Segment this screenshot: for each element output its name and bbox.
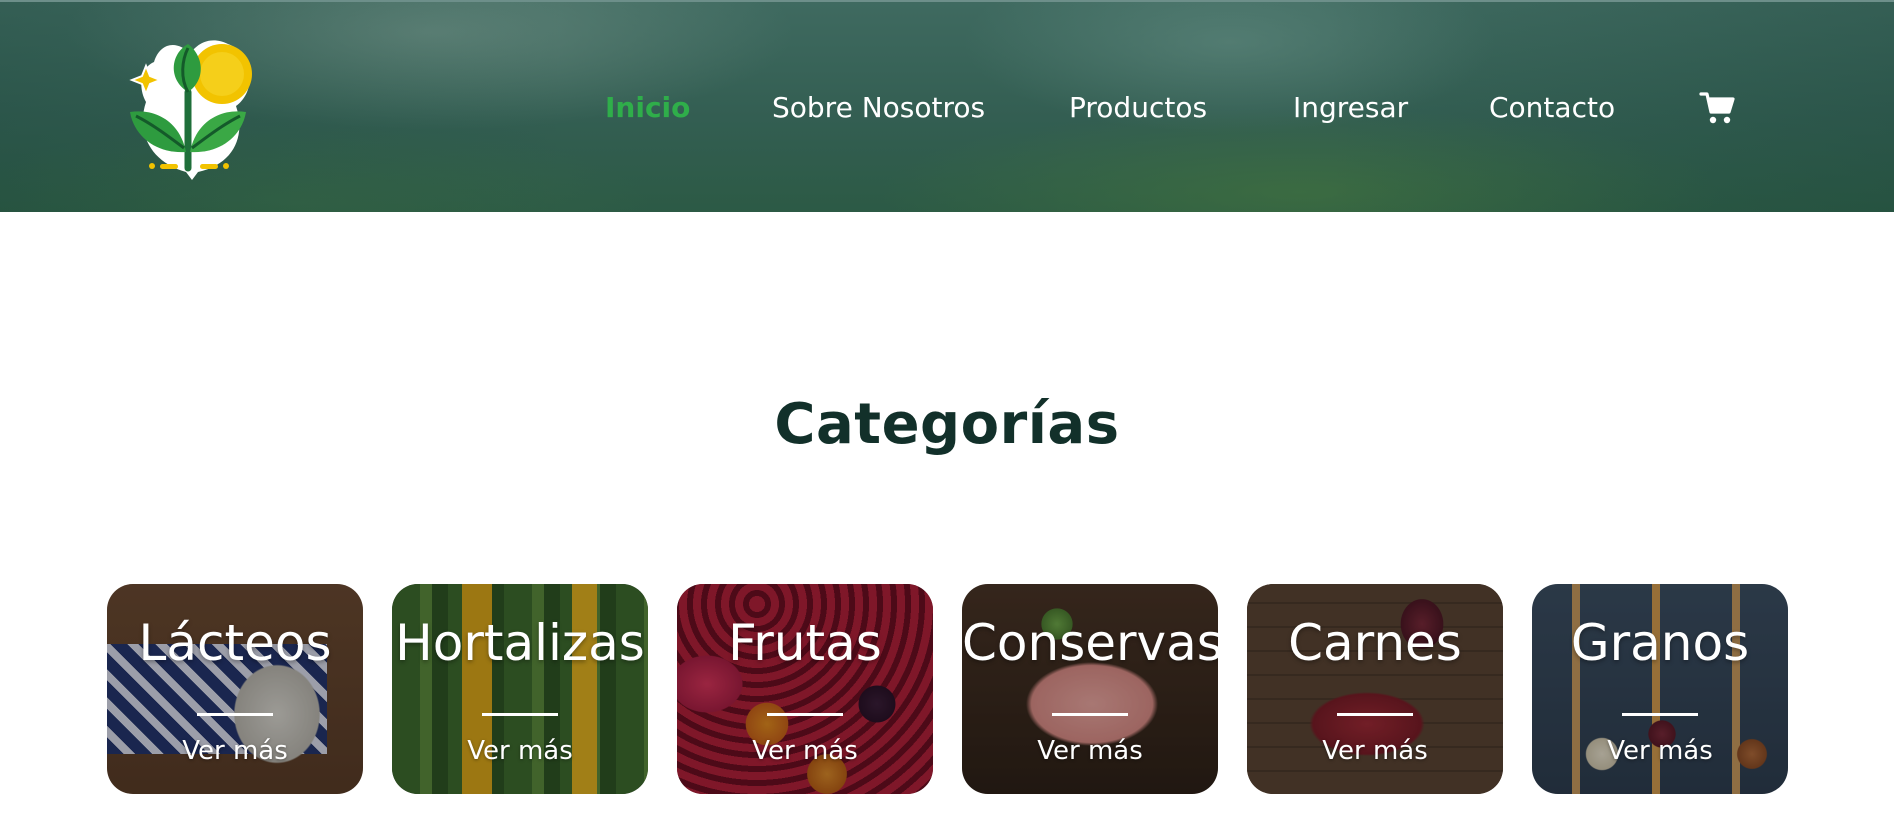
category-card-conservas[interactable]: Conservas Ver más [962,584,1218,794]
card-divider [1052,713,1128,716]
card-divider [482,713,558,716]
category-card-frutas[interactable]: Frutas Ver más [677,584,933,794]
category-card-hortalizas[interactable]: Hortalizas Ver más [392,584,648,794]
nav-link-inicio[interactable]: Inicio [605,86,690,130]
card-divider [1337,713,1413,716]
nav-link-ingresar[interactable]: Ingresar [1293,86,1408,130]
site-header: Inicio Sobre Nosotros Productos Ingresar… [0,0,1894,212]
see-more-link[interactable]: Ver más [1532,736,1788,766]
category-card-lacteos[interactable]: Lácteos Ver más [107,584,363,794]
card-divider [1622,713,1698,716]
main-nav: Inicio Sobre Nosotros Productos Ingresar… [0,86,1894,130]
see-more-link[interactable]: Ver más [107,736,363,766]
category-title: Granos [1570,614,1750,672]
nav-link-contacto[interactable]: Contacto [1489,86,1615,130]
category-card-carnes[interactable]: Carnes Ver más [1247,584,1503,794]
see-more-link[interactable]: Ver más [677,736,933,766]
card-divider [767,713,843,716]
category-title: Frutas [728,614,882,672]
page-title: Categorías [774,392,1120,457]
shopping-cart-icon [1699,92,1735,124]
see-more-link[interactable]: Ver más [392,736,648,766]
category-title: Carnes [1288,614,1462,672]
page: Inicio Sobre Nosotros Productos Ingresar… [0,0,1898,816]
see-more-link[interactable]: Ver más [962,736,1218,766]
nav-link-sobre-nosotros[interactable]: Sobre Nosotros [772,86,985,130]
category-title: Conservas [962,614,1218,672]
category-card-granos[interactable]: Granos Ver más [1532,584,1788,794]
cart-icon[interactable] [1699,90,1735,126]
nav-link-productos[interactable]: Productos [1069,86,1207,130]
see-more-link[interactable]: Ver más [1247,736,1503,766]
category-title: Hortalizas [395,614,645,672]
category-title: Lácteos [138,614,332,672]
card-divider [197,713,273,716]
